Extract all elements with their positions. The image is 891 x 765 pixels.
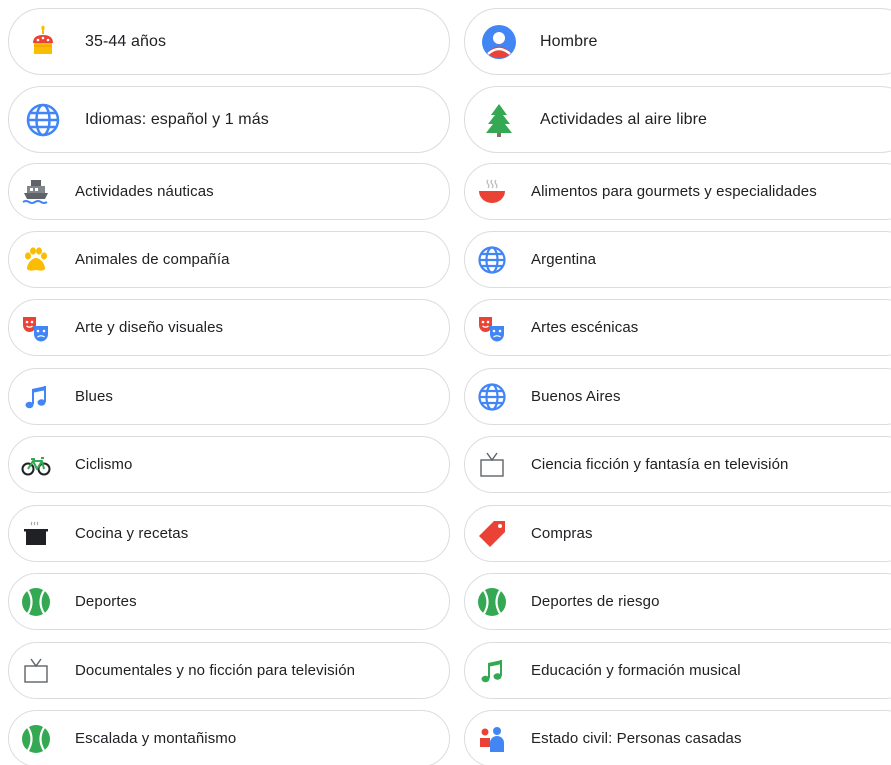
person-icon <box>481 24 517 60</box>
chip-music-education[interactable]: Educación y formación musical <box>464 642 891 699</box>
chip-gourmet[interactable]: Alimentos para gourmets y especialidades <box>464 163 891 220</box>
tennis-ball-icon <box>477 587 507 617</box>
pine-tree-icon <box>481 102 517 138</box>
soup-bowl-icon <box>477 177 507 207</box>
chip-cycling[interactable]: Ciclismo <box>8 436 450 493</box>
chip-extreme-sports-label: Deportes de riesgo <box>531 593 660 610</box>
chip-music-education-label: Educación y formación musical <box>531 662 741 679</box>
chip-cooking[interactable]: Cocina y recetas <box>8 505 450 562</box>
chip-extreme-sports[interactable]: Deportes de riesgo <box>464 573 891 630</box>
chip-sports[interactable]: Deportes <box>8 573 450 630</box>
chip-performing-arts[interactable]: Artes escénicas <box>464 299 891 356</box>
tennis-ball-icon <box>21 724 51 754</box>
music-note-icon <box>477 656 507 686</box>
chip-scifi-tv-label: Ciencia ficción y fantasía en televisión <box>531 456 789 473</box>
couple-icon <box>477 724 507 754</box>
chip-visual-art[interactable]: Arte y diseño visuales <box>8 299 450 356</box>
cooking-pot-icon <box>21 519 51 549</box>
chip-shopping[interactable]: Compras <box>464 505 891 562</box>
globe-icon <box>25 102 61 138</box>
chip-outdoor[interactable]: Actividades al aire libre <box>464 86 891 153</box>
theater-masks-icon <box>21 313 51 343</box>
chip-gender[interactable]: Hombre <box>464 8 891 75</box>
bicycle-icon <box>21 450 51 480</box>
chip-blues[interactable]: Blues <box>8 368 450 425</box>
price-tag-icon <box>477 519 507 549</box>
chip-blues-label: Blues <box>75 388 114 405</box>
paw-icon <box>21 245 51 275</box>
chip-climbing[interactable]: Escalada y montañismo <box>8 710 450 765</box>
chip-documentaries-label: Documentales y no ficción para televisió… <box>75 662 356 679</box>
chip-cycling-label: Ciclismo <box>75 456 133 473</box>
tv-icon <box>21 656 51 686</box>
interests-page: 35-44 años Hombre Idiomas: español y 1 m… <box>0 0 891 765</box>
theater-masks-icon <box>477 313 507 343</box>
chip-nautical-label: Actividades náuticas <box>75 183 214 200</box>
chip-buenos-aires[interactable]: Buenos Aires <box>464 368 891 425</box>
ship-icon <box>21 177 51 207</box>
chip-gender-label: Hombre <box>540 32 598 50</box>
chip-pets-label: Animales de compañía <box>75 251 230 268</box>
chip-argentina[interactable]: Argentina <box>464 231 891 288</box>
chip-argentina-label: Argentina <box>531 251 597 268</box>
chip-shopping-label: Compras <box>531 525 593 542</box>
globe-icon <box>477 382 507 412</box>
chip-languages-label: Idiomas: español y 1 más <box>85 110 269 128</box>
chip-languages[interactable]: Idiomas: español y 1 más <box>8 86 450 153</box>
chip-scifi-tv[interactable]: Ciencia ficción y fantasía en televisión <box>464 436 891 493</box>
chip-buenos-aires-label: Buenos Aires <box>531 388 621 405</box>
chip-marital-status-label: Estado civil: Personas casadas <box>531 730 742 747</box>
chip-gourmet-label: Alimentos para gourmets y especialidades <box>531 183 817 200</box>
chip-age-label: 35-44 años <box>85 32 167 50</box>
tennis-ball-icon <box>21 587 51 617</box>
chip-nautical[interactable]: Actividades náuticas <box>8 163 450 220</box>
chip-visual-art-label: Arte y diseño visuales <box>75 319 224 336</box>
chip-documentaries[interactable]: Documentales y no ficción para televisió… <box>8 642 450 699</box>
chip-marital-status[interactable]: Estado civil: Personas casadas <box>464 710 891 765</box>
chip-age[interactable]: 35-44 años <box>8 8 450 75</box>
music-note-icon <box>21 382 51 412</box>
chip-outdoor-label: Actividades al aire libre <box>540 110 708 128</box>
chip-sports-label: Deportes <box>75 593 137 610</box>
chip-pets[interactable]: Animales de compañía <box>8 231 450 288</box>
tv-icon <box>477 450 507 480</box>
chip-performing-arts-label: Artes escénicas <box>531 319 639 336</box>
globe-icon <box>477 245 507 275</box>
chip-climbing-label: Escalada y montañismo <box>75 730 237 747</box>
chip-cooking-label: Cocina y recetas <box>75 525 189 542</box>
birthday-cake-icon <box>25 24 61 60</box>
